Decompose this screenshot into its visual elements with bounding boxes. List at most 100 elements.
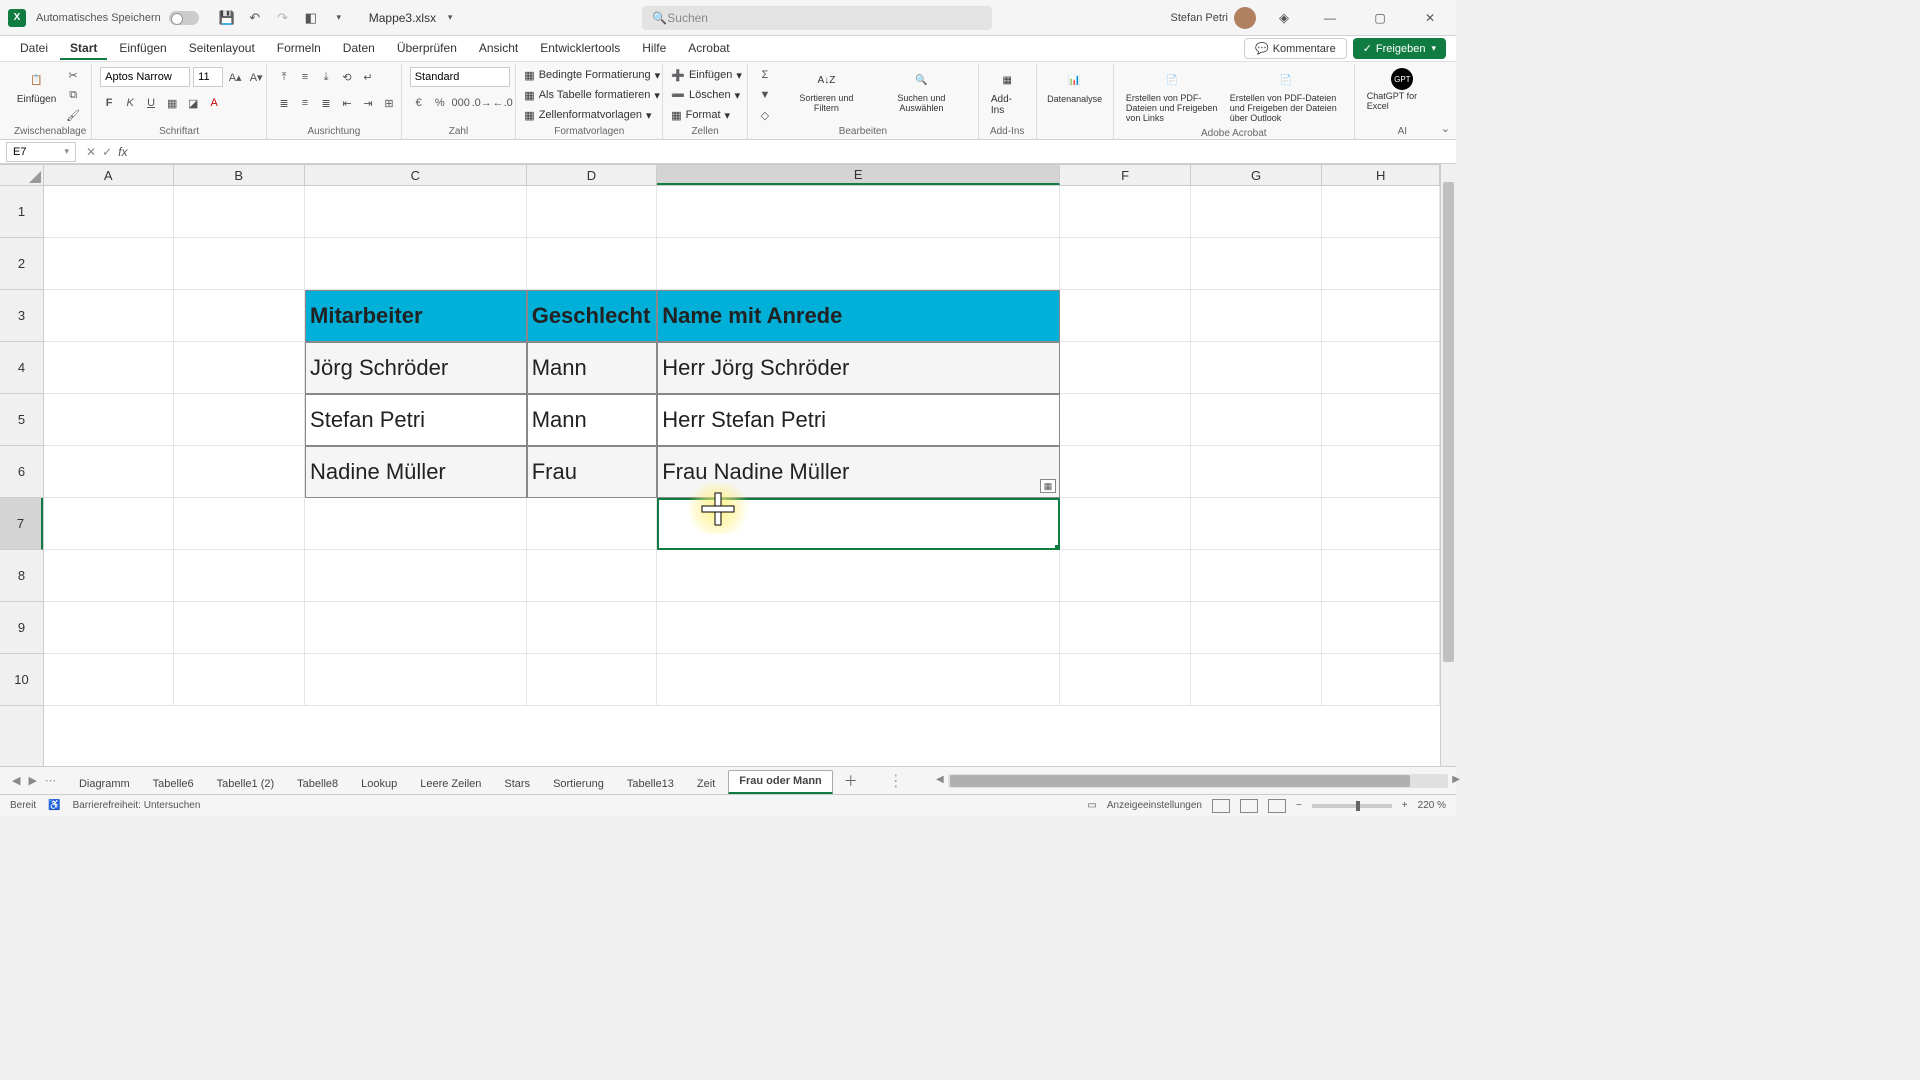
menu-tab-ansicht[interactable]: Ansicht — [469, 38, 528, 60]
cell-styles-button[interactable]: ▦ Zellenformatvorlagen ▾ — [524, 106, 651, 124]
cell-A9[interactable] — [44, 602, 174, 654]
cell-E2[interactable] — [657, 238, 1060, 290]
cell-D3[interactable]: Geschlecht — [527, 290, 658, 342]
cell-A4[interactable] — [44, 342, 174, 394]
menu-tab-acrobat[interactable]: Acrobat — [678, 38, 739, 60]
cell-F9[interactable] — [1060, 602, 1191, 654]
row-headers[interactable]: 12345678910 — [0, 186, 44, 766]
align-center-icon[interactable]: ≡ — [296, 94, 314, 112]
cell-A5[interactable] — [44, 394, 174, 446]
cell-B8[interactable] — [174, 550, 306, 602]
cell-B7[interactable] — [174, 498, 306, 550]
scroll-left-icon[interactable]: ◀ — [936, 774, 944, 785]
cell-F6[interactable] — [1060, 446, 1191, 498]
fx-icon[interactable]: fx — [118, 145, 127, 159]
comma-icon[interactable]: 000 — [452, 94, 470, 112]
cell-F10[interactable] — [1060, 654, 1191, 706]
cell-B6[interactable] — [174, 446, 306, 498]
find-select-button[interactable]: 🔍 Suchen und Auswählen — [873, 66, 970, 116]
spreadsheet-grid[interactable]: ABCDEFGH 12345678910 MitarbeiterGeschlec… — [0, 164, 1456, 766]
col-header-A[interactable]: A — [44, 165, 174, 185]
cell-E8[interactable] — [657, 550, 1060, 602]
cell-E6[interactable]: Frau Nadine Müller — [657, 446, 1060, 498]
cell-D8[interactable] — [527, 550, 658, 602]
menu-tab-start[interactable]: Start — [60, 38, 107, 60]
sheet-tab-leere-zeilen[interactable]: Leere Zeilen — [410, 774, 492, 794]
col-header-F[interactable]: F — [1060, 165, 1190, 185]
cell-C4[interactable]: Jörg Schröder — [305, 342, 527, 394]
cell-G4[interactable] — [1191, 342, 1323, 394]
row-header-9[interactable]: 9 — [0, 602, 43, 654]
cell-C8[interactable] — [305, 550, 527, 602]
undo-icon[interactable]: ↶ — [246, 9, 264, 27]
cancel-formula-icon[interactable]: ✕ — [86, 145, 96, 159]
horizontal-scrollbar[interactable]: ◀ ▶ — [948, 774, 1448, 788]
italic-icon[interactable]: K — [121, 94, 139, 112]
formula-input[interactable] — [137, 142, 1456, 162]
ribbon-collapse-icon[interactable]: ⌄ — [1441, 122, 1450, 135]
autosum-icon[interactable]: Σ — [756, 66, 774, 84]
sheet-tab-tabelle1-2-[interactable]: Tabelle1 (2) — [207, 774, 285, 794]
cell-A7[interactable] — [44, 498, 174, 550]
qat-more-icon[interactable]: ▾ — [330, 9, 348, 27]
cell-H3[interactable] — [1322, 290, 1440, 342]
col-header-H[interactable]: H — [1322, 165, 1440, 185]
accessibility-icon[interactable]: ♿ — [48, 800, 60, 811]
clear-icon[interactable]: ◇ — [756, 106, 774, 124]
maximize-button[interactable]: ▢ — [1362, 0, 1398, 36]
percent-icon[interactable]: % — [431, 94, 449, 112]
cell-D9[interactable] — [527, 602, 658, 654]
insert-cells-button[interactable]: ➕ Einfügen ▾ — [671, 66, 742, 84]
row-header-5[interactable]: 5 — [0, 394, 43, 446]
search-box[interactable]: 🔍 Suchen — [642, 6, 992, 30]
merge-icon[interactable]: ⊞ — [380, 94, 398, 112]
decrease-font-icon[interactable]: A▾ — [247, 68, 265, 86]
cell-G7[interactable] — [1191, 498, 1323, 550]
cell-C3[interactable]: Mitarbeiter — [305, 290, 527, 342]
cell-D5[interactable]: Mann — [527, 394, 658, 446]
cell-C7[interactable] — [305, 498, 527, 550]
cell-C6[interactable]: Nadine Müller — [305, 446, 527, 498]
zoom-out-icon[interactable]: − — [1296, 800, 1302, 811]
accessibility-label[interactable]: Barrierefreiheit: Untersuchen — [73, 800, 201, 811]
sheet-tab-lookup[interactable]: Lookup — [351, 774, 408, 794]
menu-tab-entwicklertools[interactable]: Entwicklertools — [530, 38, 630, 60]
cell-C1[interactable] — [305, 186, 527, 238]
column-headers[interactable]: ABCDEFGH — [44, 164, 1440, 186]
cell-A2[interactable] — [44, 238, 174, 290]
cell-F7[interactable] — [1060, 498, 1191, 550]
number-format-combo[interactable] — [410, 67, 510, 87]
name-box[interactable]: E7 ▾ — [6, 142, 76, 162]
scroll-right-icon[interactable]: ▶ — [1452, 774, 1460, 785]
cell-G10[interactable] — [1191, 654, 1323, 706]
format-painter-icon[interactable]: 🖌 — [63, 106, 83, 124]
cell-C9[interactable] — [305, 602, 527, 654]
sheet-tab-sortierung[interactable]: Sortierung — [543, 774, 615, 794]
paste-button[interactable]: 📋 Einfügen — [14, 66, 59, 107]
row-header-1[interactable]: 1 — [0, 186, 43, 238]
decrease-indent-icon[interactable]: ⇤ — [338, 94, 356, 112]
view-page-layout-icon[interactable] — [1240, 799, 1258, 813]
data-analysis-button[interactable]: 📊 Datenanalyse — [1045, 66, 1105, 106]
col-header-B[interactable]: B — [174, 165, 305, 185]
orientation-icon[interactable]: ⟲ — [338, 68, 356, 86]
increase-decimal-icon[interactable]: .0→ — [473, 94, 491, 112]
sheet-tab-tabelle13[interactable]: Tabelle13 — [617, 774, 685, 794]
cell-H5[interactable] — [1322, 394, 1440, 446]
row-header-7[interactable]: 7 — [0, 498, 43, 550]
sheet-tab-stars[interactable]: Stars — [494, 774, 541, 794]
cell-G1[interactable] — [1191, 186, 1323, 238]
wrap-text-icon[interactable]: ↵ — [359, 68, 377, 86]
display-settings-label[interactable]: Anzeigeeinstellungen — [1107, 800, 1202, 811]
save-icon[interactable]: 💾 — [218, 9, 236, 27]
diamond-icon[interactable]: ◈ — [1275, 9, 1293, 27]
cell-A1[interactable] — [44, 186, 174, 238]
fill-icon[interactable]: ▼ — [756, 86, 774, 104]
decrease-decimal-icon[interactable]: ←.0 — [494, 94, 512, 112]
cell-B4[interactable] — [174, 342, 306, 394]
cell-G5[interactable] — [1191, 394, 1323, 446]
close-button[interactable]: ✕ — [1412, 0, 1448, 36]
col-header-E[interactable]: E — [657, 165, 1060, 185]
increase-indent-icon[interactable]: ⇥ — [359, 94, 377, 112]
comments-button[interactable]: 💬 Kommentare — [1244, 38, 1347, 59]
